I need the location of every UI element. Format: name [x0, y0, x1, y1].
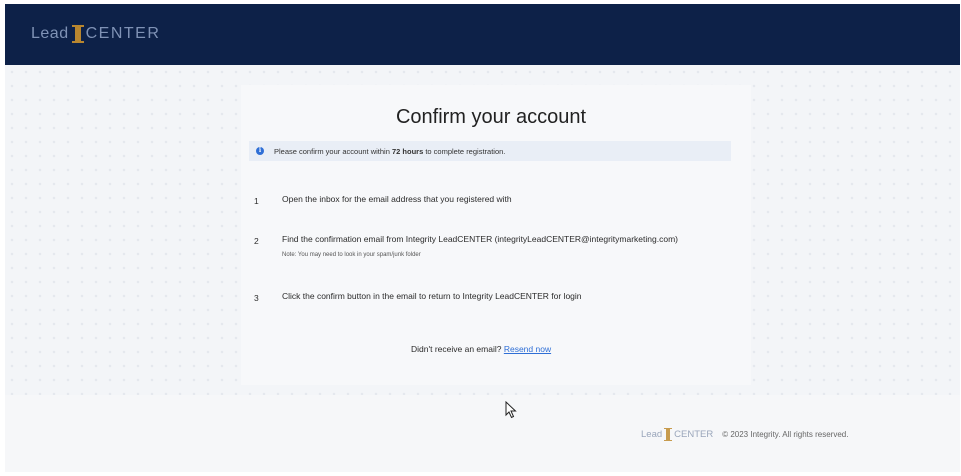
step-number: 2: [254, 236, 259, 246]
footer-logo-lead: Lead: [641, 429, 663, 440]
mouse-cursor-icon: [505, 401, 517, 419]
notice-prefix: Please confirm your account within: [274, 146, 392, 156]
notice-text: Please confirm your account within 72 ho…: [274, 147, 505, 156]
top-header: Lead CENTER: [5, 4, 960, 65]
info-icon: i: [256, 147, 264, 155]
step-text: Open the inbox for the email address tha…: [282, 194, 512, 204]
footer-logo-mark-icon: [664, 428, 673, 441]
step-text: Find the confirmation email from Integri…: [282, 234, 678, 244]
step-number: 3: [254, 293, 259, 303]
leadcenter-logo[interactable]: Lead CENTER: [31, 25, 160, 43]
copyright-text: © 2023 Integrity. All rights reserved.: [722, 430, 849, 439]
logo-mark-icon: [71, 25, 84, 43]
resend-link[interactable]: Resend now: [504, 344, 551, 354]
logo-text-center: CENTER: [85, 25, 161, 42]
info-notice: i Please confirm your account within 72 …: [249, 141, 731, 161]
step-text: Click the confirm button in the email to…: [282, 291, 582, 301]
notice-suffix: to complete registration.: [423, 146, 506, 156]
step-number: 1: [254, 196, 259, 206]
step-note: Note: You may need to look in your spam/…: [282, 252, 421, 258]
resend-prompt: Didn't receive an email?: [411, 344, 502, 354]
footer: Lead CENTER © 2023 Integrity. All rights…: [641, 428, 848, 441]
resend-row: Didn't receive an email? Resend now: [411, 344, 551, 354]
footer-logo-center: CENTER: [674, 429, 714, 440]
logo-text-lead: Lead: [31, 25, 69, 42]
page-title: Confirm your account: [395, 106, 587, 128]
notice-emphasis: 72 hours: [391, 146, 424, 156]
